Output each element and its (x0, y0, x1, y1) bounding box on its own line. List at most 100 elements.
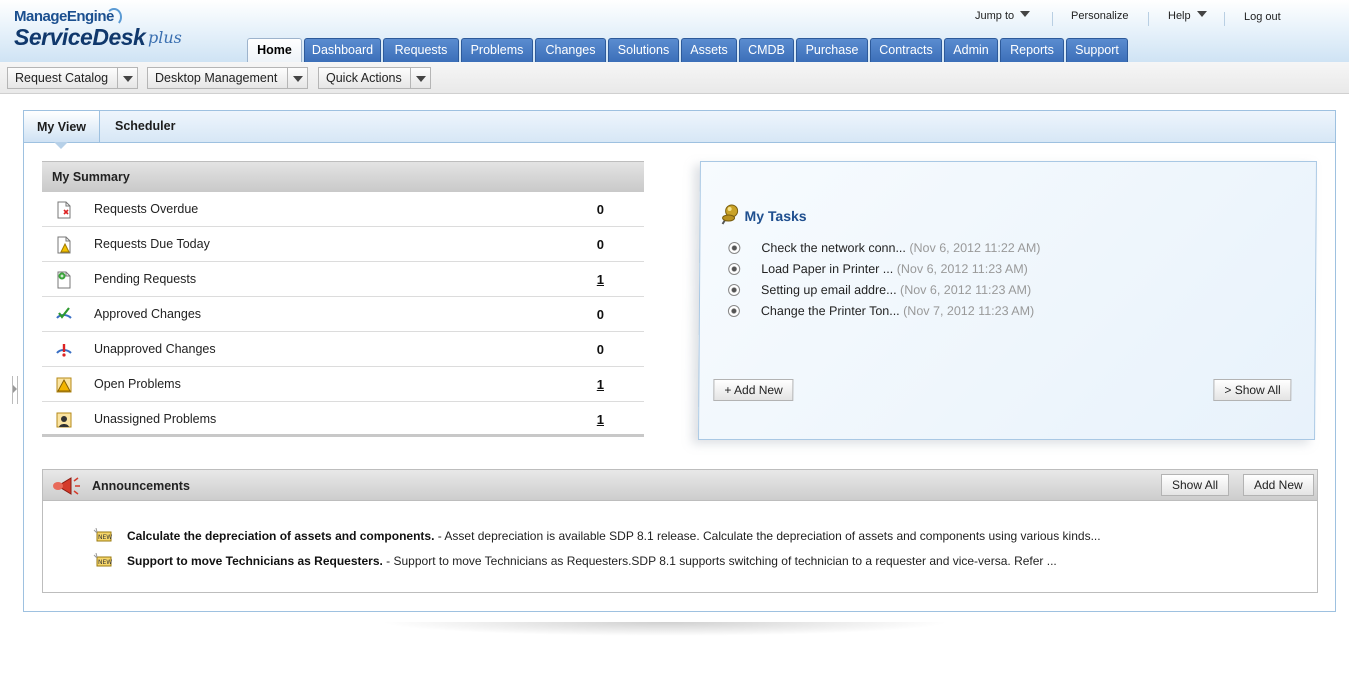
my-tasks-card: My Tasks Check the network conn... (Nov … (698, 161, 1317, 440)
request-catalog-dropdown[interactable]: Request Catalog (7, 67, 138, 89)
logo-brand: ManageEngine (14, 8, 114, 25)
task-title[interactable]: Load Paper in Printer ... (761, 262, 893, 276)
tab-my-view[interactable]: My View (24, 111, 100, 149)
tab-assets[interactable]: Assets (681, 38, 737, 62)
show-all-announcements-button[interactable]: Show All (1161, 474, 1230, 496)
divider (1052, 12, 1053, 26)
svg-text:NEW: NEW (98, 559, 112, 566)
new-badge-icon: NEW (93, 528, 112, 542)
pending-requests-count-link[interactable]: 1 (597, 272, 604, 287)
chevron-down-icon (1020, 11, 1031, 17)
task-bullet-icon (728, 284, 741, 296)
tab-cmdb[interactable]: CMDB (739, 38, 794, 62)
logo-edition: plus (148, 28, 182, 47)
my-tasks-title: My Tasks (744, 208, 807, 224)
chevron-down-icon[interactable] (410, 68, 430, 88)
show-all-tasks-button[interactable]: > Show All (1213, 379, 1292, 401)
tab-requests[interactable]: Requests (383, 38, 459, 62)
task-date: (Nov 6, 2012 11:23 AM) (896, 262, 1028, 276)
announcements: Announcements Show All Add New NEW Calcu… (42, 469, 1318, 593)
task-date: (Nov 6, 2012 11:23 AM) (900, 283, 1032, 297)
summary-row[interactable]: Pending Requests 1 (42, 262, 644, 297)
overdue-request-icon (57, 201, 71, 219)
tab-contracts[interactable]: Contracts (870, 38, 942, 62)
desktop-management-dropdown[interactable]: Desktop Management (147, 67, 308, 89)
task-bullet-icon (728, 242, 741, 254)
jump-to-menu[interactable]: Jump to (975, 10, 1031, 22)
task-date: (Nov 7, 2012 11:23 AM) (903, 304, 1035, 318)
task-item[interactable]: Check the network conn... (Nov 6, 2012 1… (728, 241, 1041, 255)
announcement-text: - Asset depreciation is available SDP 8.… (434, 529, 1101, 543)
add-announcement-button[interactable]: Add New (1243, 474, 1314, 496)
quick-actions-dropdown[interactable]: Quick Actions (318, 67, 431, 89)
personalize-link[interactable]: Personalize (1071, 10, 1128, 22)
summary-row[interactable]: Unassigned Problems 1 (42, 402, 644, 437)
panel-shadow (380, 622, 950, 636)
logo-product: ServiceDesk (14, 24, 146, 50)
announcements-title: Announcements (92, 479, 190, 493)
summary-row[interactable]: Open Problems 1 (42, 367, 644, 402)
task-title[interactable]: Change the Printer Ton... (761, 304, 900, 318)
tab-scheduler[interactable]: Scheduler (115, 111, 175, 142)
task-date: (Nov 6, 2012 11:22 AM) (909, 241, 1041, 255)
due-today-icon (57, 236, 71, 254)
chevron-down-icon (1196, 11, 1207, 17)
tab-home[interactable]: Home (247, 38, 302, 62)
unassigned-problems-count-link[interactable]: 1 (597, 412, 604, 427)
approved-change-icon (56, 307, 72, 319)
announcement-item[interactable]: NEW Calculate the depreciation of assets… (93, 528, 1101, 543)
tab-reports[interactable]: Reports (1000, 38, 1064, 62)
announcements-header: Announcements Show All Add New (43, 470, 1317, 501)
add-task-button[interactable]: + Add New (713, 379, 794, 401)
task-bullet-icon (727, 305, 740, 317)
chevron-down-icon[interactable] (117, 68, 137, 88)
summary-title: My Summary (42, 161, 644, 192)
view-tabs: My View Scheduler (24, 111, 1335, 149)
summary-count: 0 (596, 237, 604, 252)
announcement-text: - Support to move Technicians as Request… (382, 554, 1057, 568)
task-title[interactable]: Setting up email addre... (761, 283, 897, 297)
tab-solutions[interactable]: Solutions (608, 38, 679, 62)
app-header: ManageEngine ServiceDesk plus Jump to Pe… (0, 0, 1349, 62)
chevron-down-icon[interactable] (287, 68, 307, 88)
tab-dashboard[interactable]: Dashboard (304, 38, 381, 62)
open-problem-icon (56, 377, 72, 393)
announcement-title[interactable]: Calculate the depreciation of assets and… (127, 529, 434, 543)
servicedesk-logo[interactable]: ManageEngine ServiceDesk plus (14, 8, 184, 58)
megaphone-icon (53, 477, 80, 495)
sub-toolbar: Request Catalog Desktop Management Quick… (0, 62, 1349, 94)
divider (1224, 12, 1225, 26)
summary-count: 0 (596, 307, 604, 322)
summary-row: Unapproved Changes 0 (42, 332, 644, 367)
divider (1148, 12, 1149, 26)
task-title[interactable]: Check the network conn... (761, 241, 906, 255)
summary-row: Requests Due Today 0 (42, 227, 644, 262)
announcement-title[interactable]: Support to move Technicians as Requester… (127, 554, 383, 568)
tab-support[interactable]: Support (1066, 38, 1128, 62)
tab-changes[interactable]: Changes (535, 38, 606, 62)
task-item[interactable]: Load Paper in Printer ... (Nov 6, 2012 1… (728, 262, 1028, 276)
my-summary: My Summary Requests Overdue 0 Requests D… (42, 161, 644, 437)
task-item[interactable]: Change the Printer Ton... (Nov 7, 2012 1… (727, 304, 1035, 318)
announcement-item[interactable]: NEW Support to move Technicians as Reque… (93, 553, 1057, 568)
help-menu[interactable]: Help (1168, 10, 1207, 22)
task-item[interactable]: Setting up email addre... (Nov 6, 2012 1… (728, 283, 1031, 297)
sidebar-toggle-handle[interactable] (12, 376, 18, 404)
new-badge-icon: NEW (93, 553, 112, 567)
summary-count: 0 (596, 342, 604, 357)
summary-row: Approved Changes 0 (42, 297, 644, 332)
tab-problems[interactable]: Problems (461, 38, 533, 62)
tab-purchase[interactable]: Purchase (796, 38, 868, 62)
summary-row: Requests Overdue 0 (42, 192, 644, 227)
logout-link[interactable]: Log out (1244, 11, 1281, 23)
summary-count: 0 (596, 202, 604, 217)
open-problems-count-link[interactable]: 1 (597, 377, 604, 392)
task-bullet-icon (728, 263, 741, 275)
unapproved-change-icon (56, 344, 72, 357)
unassigned-problem-icon (56, 412, 72, 428)
tab-admin[interactable]: Admin (944, 38, 998, 62)
home-panel: My View Scheduler My Summary Requests Ov… (23, 110, 1336, 612)
svg-text:NEW: NEW (98, 534, 112, 541)
pushpin-icon (721, 204, 739, 225)
pending-request-icon (57, 271, 71, 289)
